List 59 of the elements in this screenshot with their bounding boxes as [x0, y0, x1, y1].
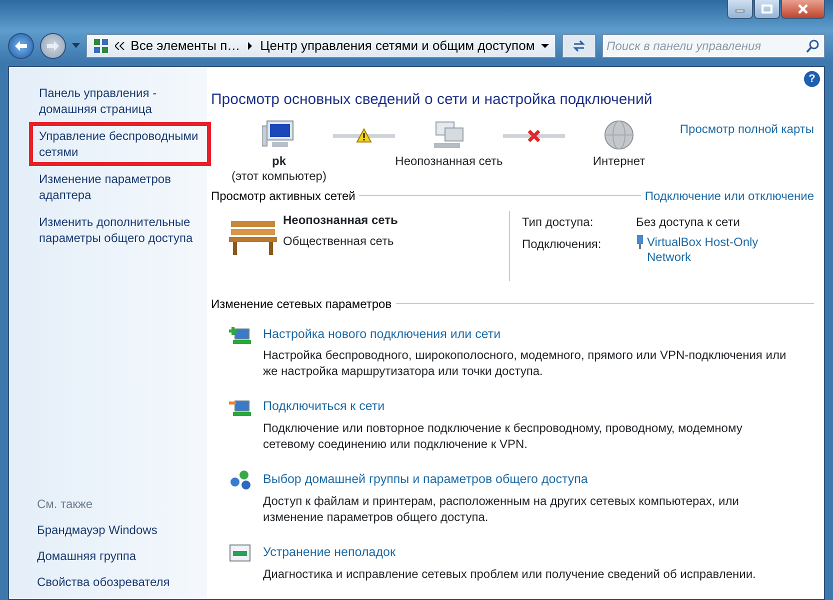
homegroup-icon: [229, 470, 253, 490]
see-also-link[interactable]: Домашняя группа: [37, 547, 207, 565]
node-label: pk: [272, 154, 286, 168]
node-label: Интернет: [592, 154, 646, 168]
task-description: Настройка беспроводного, широкополосного, модемного, прямого или VPN-подключения или же настройка маршрутизатора или точки доступа.: [263, 347, 788, 380]
task-description: Подключение или повторное подключение к беспроводному, проводному, модемному сетевому соединению или подключение к VPN.: [263, 420, 744, 452]
help-button[interactable]: ?: [804, 71, 820, 87]
task-description: Диагностика и исправление сетевых проблем или получение сведений об исправлении.: [263, 566, 757, 582]
control-panel-icon: [92, 38, 109, 54]
adapter-icon: [636, 234, 644, 248]
back-arrow-icon: [14, 40, 28, 52]
task-link[interactable]: Выбор домашней группы и параметров общего доступа: [263, 470, 588, 489]
troubleshoot-icon: [229, 542, 253, 563]
section-heading: Просмотр активных сетей: [211, 188, 356, 204]
see-also-link[interactable]: Свойства обозревателя: [37, 573, 207, 591]
access-label: Тип доступа:: [522, 214, 594, 230]
connections-label: Подключения:: [522, 236, 602, 252]
page-title: Просмотр основных сведений о сети и настройка подключений: [211, 90, 654, 110]
address-bar[interactable]: Все элементы п… Центр управления сетями и общим доступом: [86, 34, 556, 58]
search-field[interactable]: Поиск в панели управления: [602, 34, 825, 58]
forward-arrow-icon: [46, 40, 60, 52]
access-value: Без доступа к сети: [636, 214, 741, 230]
minimize-button[interactable]: [727, 0, 753, 19]
sidebar-link[interactable]: Панель управления - домашняя страница: [37, 83, 207, 119]
sidebar-link[interactable]: Изменение параметров адаптера: [37, 169, 207, 205]
connect-disconnect-link[interactable]: Подключение или отключение: [644, 186, 814, 204]
full-map-link[interactable]: Просмотр полной карты: [680, 120, 814, 138]
globe-icon: [602, 120, 636, 150]
network-type: Общественная сеть: [283, 232, 395, 250]
node-sublabel: (этот компьютер): [232, 168, 326, 184]
task-link[interactable]: Устранение неполадок: [263, 542, 396, 562]
back-button[interactable]: [8, 33, 34, 59]
computer-icon: [262, 120, 296, 150]
task-description: Доступ к файлам и принтерам, расположенным на других сетевых компьютерах, или изменение параметров общего доступа.: [263, 492, 740, 525]
chevron-icon: [114, 42, 125, 50]
breadcrumb[interactable]: Центр управления сетями и общим доступом: [260, 36, 535, 56]
refresh-button[interactable]: [562, 34, 596, 58]
dropdown-icon: [72, 43, 80, 49]
task-link[interactable]: Подключиться к сети: [263, 397, 385, 416]
see-also-link[interactable]: Брандмауэр Windows: [37, 521, 207, 539]
maximize-icon: [761, 4, 773, 14]
section-heading: Изменение сетевых параметров: [211, 296, 392, 312]
new-connection-icon: [229, 324, 253, 344]
close-button[interactable]: [781, 0, 825, 19]
node-label: Неопознанная сеть: [395, 154, 503, 168]
see-also-heading: См. также: [37, 496, 94, 513]
separator-arrow-icon: [246, 42, 254, 50]
task-link[interactable]: Настройка нового подключения или сети: [263, 324, 501, 344]
sidebar-link[interactable]: Изменить дополнительные параметры общего доступа: [37, 212, 207, 248]
forward-button[interactable]: [40, 33, 66, 59]
connection-link[interactable]: VirtualBox Host-Only Network: [647, 234, 796, 264]
maximize-button[interactable]: [754, 0, 780, 19]
search-icon: [806, 39, 820, 53]
network-name: Неопознанная сеть: [283, 212, 398, 228]
close-icon: [797, 4, 809, 14]
breadcrumb[interactable]: Все элементы п…: [130, 36, 240, 56]
refresh-icon: [570, 39, 587, 53]
dropdown-icon: [540, 42, 549, 50]
network-computers-icon: [432, 120, 466, 150]
